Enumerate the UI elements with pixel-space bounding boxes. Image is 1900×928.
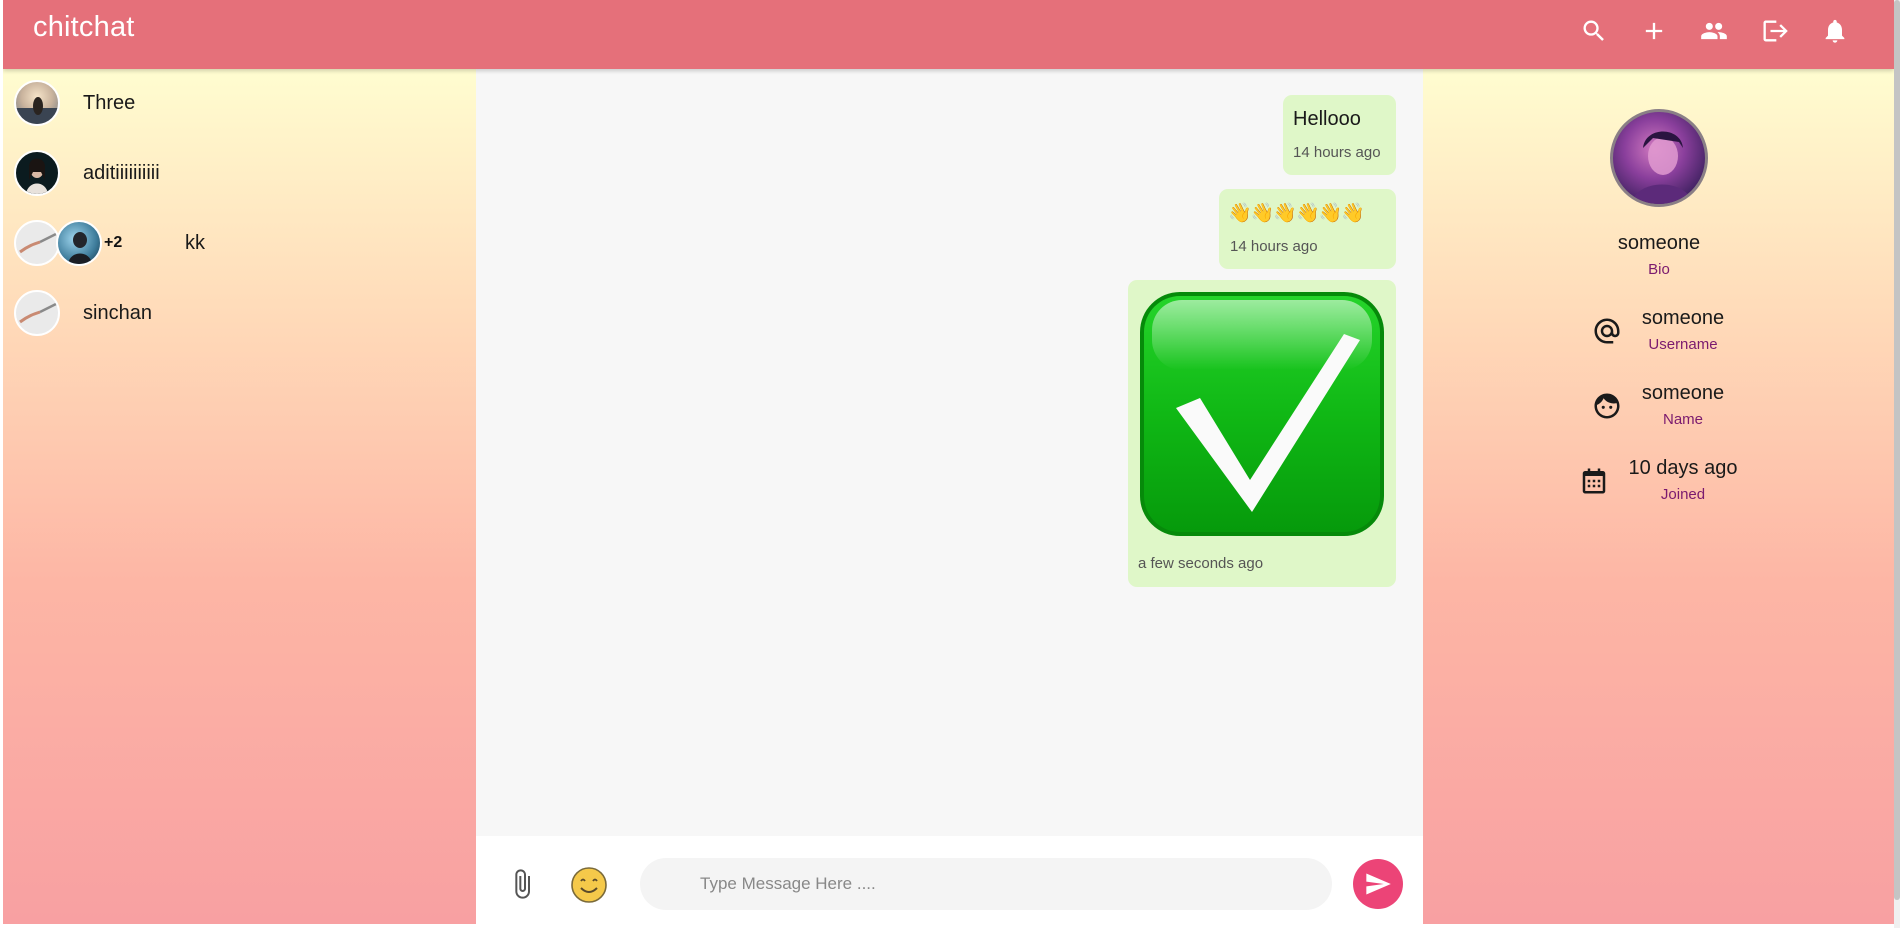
app-bar: chitchat <box>3 0 1894 69</box>
avatar <box>14 80 60 126</box>
chat-item-three[interactable]: Three <box>3 73 476 133</box>
message-time: 14 hours ago <box>1230 238 1318 255</box>
message-time: a few seconds ago <box>1138 555 1264 572</box>
message-composer <box>476 836 1423 924</box>
add-icon[interactable] <box>1638 15 1670 47</box>
search-icon[interactable] <box>1578 15 1610 47</box>
chat-item-sinchan[interactable]: sinchan <box>3 283 476 343</box>
profile-joined: 10 days ago <box>1628 457 1738 479</box>
message-bubble[interactable]: Hellooo 14 hours ago <box>1283 95 1396 175</box>
chat-name: Three <box>83 92 136 114</box>
message-input[interactable] <box>640 858 1332 910</box>
message-text: 👋👋👋👋👋👋 <box>1228 202 1365 224</box>
profile-username-label: Username <box>1648 336 1718 353</box>
message-time: 14 hours ago <box>1293 144 1381 161</box>
group-icon[interactable] <box>1698 15 1730 47</box>
message-text: Hellooo <box>1293 108 1361 130</box>
page-scrollbar[interactable] <box>1894 0 1900 928</box>
notifications-icon[interactable] <box>1819 15 1851 47</box>
message-bubble[interactable]: a few seconds ago <box>1128 280 1396 587</box>
emoji-picker-icon[interactable] <box>570 866 608 904</box>
message-thread: Hellooo 14 hours ago 👋👋👋👋👋👋 14 hours ago <box>476 69 1423 836</box>
chat-name: kk <box>185 232 205 254</box>
profile-avatar[interactable] <box>1610 109 1708 207</box>
attach-icon[interactable] <box>506 868 538 900</box>
profile-bio-label: Bio <box>1648 261 1670 278</box>
message-image-checkmark[interactable] <box>1138 290 1386 538</box>
avatar <box>56 220 102 266</box>
app-window: chitchat Three aditiiiiiiiiii +2 kk sinc… <box>3 0 1894 924</box>
send-icon <box>1366 873 1391 895</box>
scrollbar-thumb[interactable] <box>1894 0 1900 900</box>
profile-name: someone <box>1617 232 1701 254</box>
logout-icon[interactable] <box>1758 15 1790 47</box>
avatar <box>14 220 60 266</box>
message-bubble[interactable]: 👋👋👋👋👋👋 14 hours ago <box>1219 189 1396 269</box>
chat-name: aditiiiiiiiiii <box>83 162 160 184</box>
app-logo[interactable]: chitchat <box>33 11 135 44</box>
chat-item-aditi[interactable]: aditiiiiiiiiii <box>3 143 476 203</box>
send-button[interactable] <box>1353 859 1403 909</box>
avatar <box>14 290 60 336</box>
profile-name-label: Name <box>1662 411 1703 428</box>
chat-list-sidebar: Three aditiiiiiiiiii +2 kk sinchan <box>3 69 476 924</box>
profile-joined-label: Joined <box>1660 486 1706 503</box>
profile-full-name: someone <box>1641 382 1725 404</box>
avatar <box>14 150 60 196</box>
chat-item-kk[interactable]: +2 kk <box>3 213 476 273</box>
profile-panel: someone Bio someone Username someone Nam… <box>1423 69 1894 924</box>
chat-name: sinchan <box>83 302 152 324</box>
group-member-count: +2 <box>104 234 123 251</box>
profile-username: someone <box>1641 307 1725 329</box>
